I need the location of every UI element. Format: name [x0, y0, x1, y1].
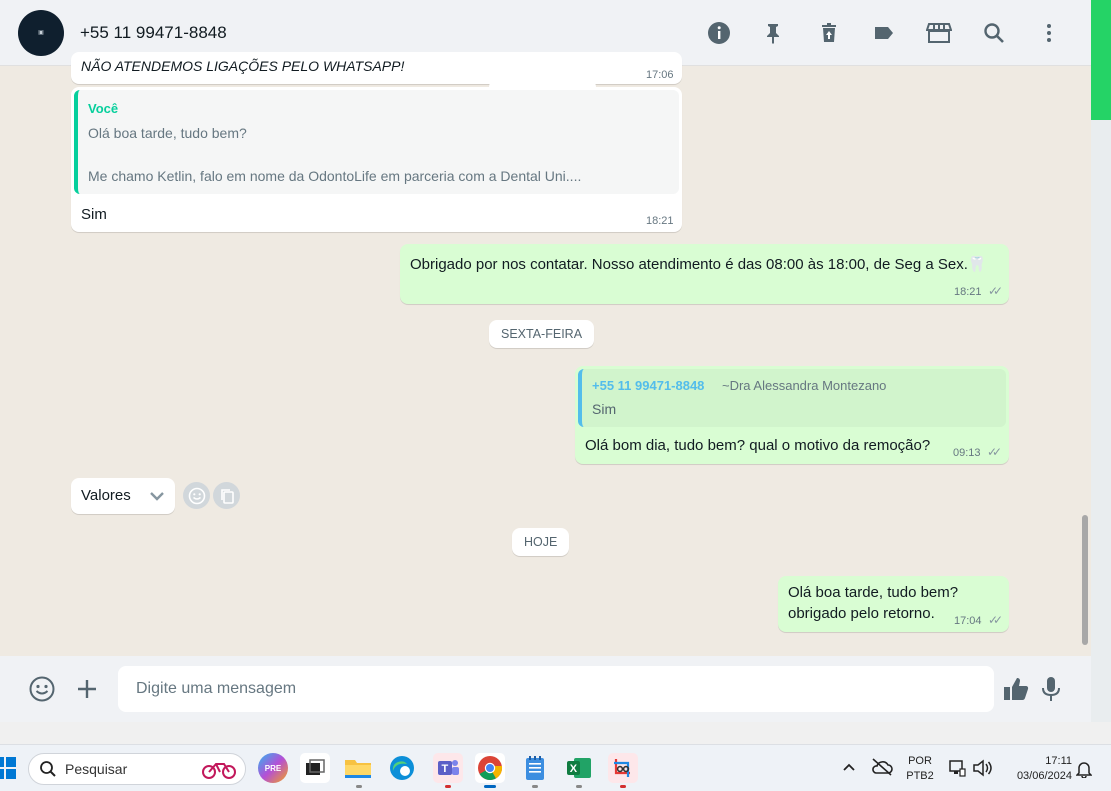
language-code: POR: [908, 755, 932, 767]
message-bubble-incoming[interactable]: Você Olá boa tarde, tudo bem? Me chamo K…: [71, 87, 682, 232]
quote-text-line: Olá boa tarde, tudo bem?: [88, 125, 247, 141]
more-vertical-icon[interactable]: [1033, 17, 1065, 49]
app-running-indicator: [532, 785, 538, 788]
message-time: 17:06: [646, 69, 674, 81]
quote-author: Você: [88, 101, 119, 116]
tray-chevron-up-icon[interactable]: [842, 760, 856, 779]
quote-text-line: Me chamo Ketlin, falo em nome da OdontoL…: [88, 168, 582, 184]
edge-browser-icon[interactable]: [387, 753, 417, 783]
quote-author: +55 11 99471-8848: [592, 378, 705, 393]
volume-icon[interactable]: [972, 759, 992, 782]
taskbar-search[interactable]: Pesquisar: [28, 753, 246, 785]
message-input[interactable]: [118, 666, 994, 712]
quoted-message[interactable]: +55 11 99471-8848 ~Dra Alessandra Montez…: [578, 369, 1006, 427]
emoji-icon[interactable]: [26, 673, 58, 705]
read-ticks-icon: ✓✓: [988, 284, 1003, 298]
smiley-icon: [188, 487, 205, 504]
message-text: Valores: [81, 487, 131, 504]
snipping-tool-icon[interactable]: [608, 753, 638, 783]
read-ticks-icon: ✓✓: [987, 445, 1002, 459]
svg-text:T: T: [442, 763, 449, 775]
network-icon[interactable]: [948, 759, 966, 782]
search-icon[interactable]: [978, 17, 1010, 49]
app-active-indicator: [484, 785, 496, 788]
message-time: 09:13: [953, 447, 981, 459]
taskbar: Pesquisar PRE T X POR PTB2 17:11 03/06/2…: [0, 744, 1111, 791]
keyboard-layout: PTB2: [906, 770, 934, 782]
message-text: NÃO ATENDEMOS LIGAÇÕES PELO WHATSAPP!: [81, 58, 405, 74]
info-icon[interactable]: [703, 17, 735, 49]
message-bubble-outgoing[interactable]: +55 11 99471-8848 ~Dra Alessandra Montez…: [575, 366, 1009, 464]
message-composer: [0, 656, 1091, 722]
keyboard-language[interactable]: POR PTB2: [903, 754, 937, 784]
app-running-indicator: [620, 785, 626, 788]
system-clock[interactable]: 17:11 03/06/2024: [1002, 754, 1072, 784]
copy-icon: [220, 488, 234, 504]
teams-app-icon[interactable]: T: [433, 753, 463, 783]
message-time: 18:21: [646, 215, 674, 227]
header-actions: [703, 17, 1065, 49]
thumbs-up-icon[interactable]: [1000, 673, 1032, 705]
clock-time: 17:11: [1045, 755, 1072, 767]
search-placeholder: Pesquisar: [65, 761, 128, 777]
date-separator: SEXTA-FEIRA: [489, 320, 595, 348]
message-time: 17:04: [954, 615, 982, 627]
excel-app-icon[interactable]: X: [564, 753, 594, 783]
notification-bell-icon[interactable]: [1075, 760, 1093, 783]
file-explorer-icon[interactable]: [343, 753, 373, 783]
message-time: 18:21: [954, 286, 982, 298]
store-icon[interactable]: [923, 17, 955, 49]
message-text: Sim: [81, 206, 107, 223]
date-separator: HOJE: [512, 528, 570, 556]
cloud-offline-icon[interactable]: [871, 758, 893, 781]
message-text: Obrigado por nos contatar. Nosso atendim…: [410, 256, 987, 273]
message-text-line: Olá boa tarde, tudo bem?: [788, 584, 959, 601]
task-view-icon[interactable]: [300, 753, 330, 783]
app-running-indicator: [576, 785, 582, 788]
trash-icon[interactable]: [813, 17, 845, 49]
message-bubble-outgoing[interactable]: Olá boa tarde, tudo bem? obrigado pelo r…: [778, 576, 1009, 632]
contact-avatar[interactable]: ▣: [18, 9, 64, 56]
windows-start-icon[interactable]: [0, 757, 16, 779]
accent-strip: [1091, 0, 1111, 120]
message-text-line: obrigado pelo retorno.: [788, 605, 935, 622]
chat-scrollbar[interactable]: [1082, 515, 1088, 645]
search-icon: [40, 761, 56, 777]
side-strip: [1091, 0, 1111, 722]
pin-icon[interactable]: [758, 17, 790, 49]
microphone-icon[interactable]: [1035, 673, 1067, 705]
svg-text:X: X: [570, 763, 578, 775]
chrome-browser-icon[interactable]: [475, 753, 505, 783]
app-running-indicator: [445, 785, 451, 788]
copy-button[interactable]: [213, 482, 240, 509]
whatsapp-window: ▣ +55 11 99471-8848 NÃO ATENDEMOS LIGAÇÕ…: [0, 0, 1091, 722]
app-running-indicator: [356, 785, 362, 788]
copilot-app-icon[interactable]: PRE: [258, 753, 288, 783]
quoted-message[interactable]: Você Olá boa tarde, tudo bem? Me chamo K…: [74, 90, 679, 194]
chat-area[interactable]: NÃO ATENDEMOS LIGAÇÕES PELO WHATSAPP! 17…: [0, 52, 1091, 656]
quote-text-line: Sim: [592, 401, 617, 417]
quote-author-name: ~Dra Alessandra Montezano: [722, 378, 887, 393]
notepad-app-icon[interactable]: [520, 753, 550, 783]
chevron-down-icon[interactable]: [145, 484, 169, 508]
clock-date: 03/06/2024: [1016, 770, 1072, 782]
message-bubble-incoming[interactable]: Valores: [71, 478, 175, 514]
contact-name[interactable]: +55 11 99471-8848: [80, 23, 227, 43]
message-text: Olá bom dia, tudo bem? qual o motivo da …: [585, 437, 931, 454]
label-icon[interactable]: [868, 17, 900, 49]
react-emoji-button[interactable]: [183, 482, 210, 509]
message-bubble-outgoing[interactable]: Obrigado por nos contatar. Nosso atendim…: [400, 244, 1009, 304]
attach-plus-icon[interactable]: [71, 673, 103, 705]
read-ticks-icon: ✓✓: [988, 613, 1003, 627]
bicycle-icon: [201, 758, 237, 783]
